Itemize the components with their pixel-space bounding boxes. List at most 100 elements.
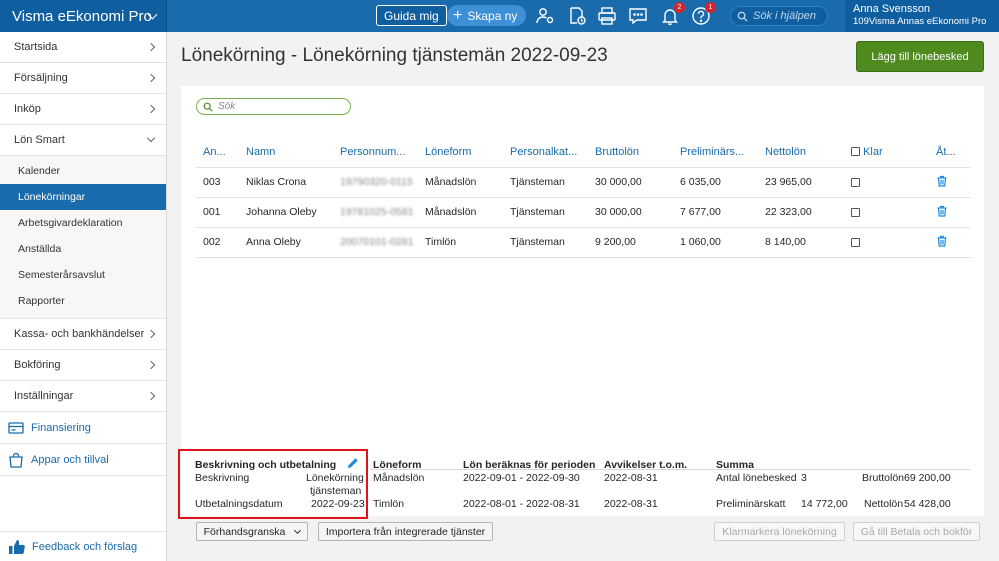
cell-personal-number: 19790320-0115 <box>333 167 418 198</box>
payslip-table: An... Namn Personnum... Löneform Persona… <box>196 137 971 258</box>
cell-personal-number: 19781025-0581 <box>333 197 418 228</box>
summary-net-label: Nettolön <box>864 498 904 510</box>
create-new-button[interactable]: + Skapa ny <box>447 5 527 26</box>
time-report-icon[interactable] <box>567 6 587 26</box>
sidebar-subitem-kalender[interactable]: Kalender <box>0 158 166 184</box>
cell-staff-category: Tjänsteman <box>503 167 588 198</box>
notifications-bell-icon[interactable]: 2 <box>660 2 685 26</box>
column-header-employee-nr[interactable]: An... <box>196 137 239 168</box>
sidebar-item-forsaljning[interactable]: Försäljning <box>0 63 166 94</box>
trash-icon[interactable] <box>936 205 948 217</box>
plus-icon: + <box>453 6 463 24</box>
cell-salary-form: Månadslön <box>418 197 503 228</box>
cell-net-salary: 8 140,00 <box>758 227 844 258</box>
summary-salary-form-1: Månadslön <box>373 472 425 484</box>
column-header-name[interactable]: Namn <box>239 137 333 168</box>
help-badge: 1 <box>705 2 716 13</box>
column-header-preliminary-tax[interactable]: Preliminärs... <box>673 137 758 168</box>
preview-dropdown-button[interactable]: Förhandsgranska <box>196 522 308 541</box>
done-header-label: Klar <box>863 145 883 158</box>
summary-gross-label: Bruttolön <box>862 472 905 484</box>
sidebar-link-finansiering[interactable]: Finansiering <box>0 412 166 444</box>
summary-count-label: Antal lönebesked <box>716 472 797 484</box>
cell-preliminary-tax: 7 677,00 <box>673 197 758 228</box>
sidebar-link-appar[interactable]: Appar och tillval <box>0 444 166 476</box>
sidebar-item-label: Inställningar <box>14 390 74 402</box>
sidebar-item-inkop[interactable]: Inköp <box>0 94 166 125</box>
cell-employee-nr: 002 <box>196 227 239 258</box>
cell-salary-form: Timlön <box>418 227 503 258</box>
cell-name: Niklas Crona <box>239 167 333 198</box>
sidebar-item-label: Bokföring <box>14 359 61 371</box>
column-header-salary-form[interactable]: Löneform <box>418 137 503 168</box>
sidebar-link-label: Finansiering <box>31 421 91 434</box>
employee-settings-icon[interactable] <box>535 6 555 26</box>
column-header-personal-number[interactable]: Personnum... <box>333 137 418 168</box>
column-header-done[interactable]: Klar <box>844 137 929 168</box>
sidebar-link-label: Appar och tillval <box>31 453 109 466</box>
summary-total-heading: Summa <box>716 459 754 471</box>
summary-net-value: 54 428,00 <box>904 498 951 510</box>
cell-staff-category: Tjänsteman <box>503 227 588 258</box>
cell-gross-salary: 9 200,00 <box>588 227 673 258</box>
sidebar-item-label: Kassa- och bankhändelser <box>14 328 145 340</box>
import-integrated-button[interactable]: Importera från integrerade tjänster <box>318 522 493 541</box>
table-row[interactable]: 002 Anna Oleby 20070101-0281 Timlön Tjän… <box>196 227 971 258</box>
column-header-net-salary[interactable]: Nettolön <box>758 137 844 168</box>
table-row[interactable]: 003 Niklas Crona 19790320-0115 Månadslön… <box>196 167 971 198</box>
user-menu[interactable]: Anna Svensson 109Visma Annas eEkonomi Pr… <box>845 0 999 32</box>
sidebar-subitem-semesterarsavslut[interactable]: Semesterårsavslut <box>0 262 166 288</box>
sidebar-subitem-lonekorningar[interactable]: Lönekörningar <box>0 184 166 210</box>
guide-button[interactable]: Guida mig <box>376 5 447 26</box>
sidebar-item-lon-smart[interactable]: Lön Smart <box>0 125 166 156</box>
sidebar-item-startsida[interactable]: Startsida <box>0 32 166 63</box>
cell-employee-nr: 001 <box>196 197 239 228</box>
shopping-bag-icon <box>9 452 23 468</box>
trash-icon[interactable] <box>936 235 948 247</box>
app-switcher[interactable]: Visma eEkonomi Pro <box>0 0 167 32</box>
chevron-down-icon <box>294 526 302 534</box>
cell-done <box>844 167 929 198</box>
chat-icon[interactable] <box>628 6 648 26</box>
table-row[interactable]: 001 Johanna Oleby 19781025-0581 Månadslö… <box>196 197 971 228</box>
print-icon[interactable] <box>597 6 617 26</box>
done-checkbox[interactable] <box>851 207 860 217</box>
trash-icon[interactable] <box>936 175 948 187</box>
add-payslip-button[interactable]: Lägg till lönebesked <box>856 41 984 72</box>
feedback-link[interactable]: Feedback och förslag <box>0 531 166 561</box>
summary-tax-label: Preliminärskatt <box>716 498 786 510</box>
help-search-input[interactable]: Sök i hjälpen <box>730 6 828 26</box>
chevron-down-icon <box>146 133 156 143</box>
sidebar-subitem-anstallda[interactable]: Anställda <box>0 236 166 262</box>
cell-personal-number: 20070101-0281 <box>333 227 418 258</box>
feedback-label: Feedback och förslag <box>32 540 138 553</box>
select-all-checkbox[interactable] <box>851 147 860 157</box>
column-header-gross-salary[interactable]: Bruttolön <box>588 137 673 168</box>
go-to-pay-button[interactable]: Gå till Betala och bokför <box>853 522 980 541</box>
sidebar-item-label: Försäljning <box>14 72 68 84</box>
sidebar-item-installningar[interactable]: Inställningar <box>0 381 166 412</box>
cell-action <box>929 167 971 198</box>
done-checkbox[interactable] <box>851 177 860 187</box>
search-icon <box>203 102 213 112</box>
mark-payroll-done-button[interactable]: Klarmarkera lönekörning <box>714 522 845 541</box>
cell-salary-form: Månadslön <box>418 167 503 198</box>
sidebar-subitem-rapporter[interactable]: Rapporter <box>0 288 166 314</box>
chevron-right-icon <box>146 391 156 401</box>
cell-name: Johanna Oleby <box>239 197 333 228</box>
done-checkbox[interactable] <box>851 237 860 247</box>
cell-done <box>844 227 929 258</box>
thumbs-up-icon <box>9 539 25 554</box>
column-header-action[interactable]: Åt... <box>929 137 971 168</box>
column-header-staff-category[interactable]: Personalkat... <box>503 137 588 168</box>
sidebar-subitem-arbetsgivardeklaration[interactable]: Arbetsgivardeklaration <box>0 210 166 236</box>
cell-name: Anna Oleby <box>239 227 333 258</box>
help-icon[interactable]: 1 <box>691 2 716 26</box>
search-input[interactable]: Sök <box>196 98 351 115</box>
cell-preliminary-tax: 1 060,00 <box>673 227 758 258</box>
summary-deviations-heading: Avvikelser t.o.m. <box>604 459 688 471</box>
preview-label: Förhandsgranska <box>203 525 286 538</box>
sidebar-item-kassa[interactable]: Kassa- och bankhändelser <box>0 319 166 350</box>
sidebar-item-bokforing[interactable]: Bokföring <box>0 350 166 381</box>
page-title: Lönekörning - Lönekörning tjänstemän 202… <box>181 45 608 66</box>
